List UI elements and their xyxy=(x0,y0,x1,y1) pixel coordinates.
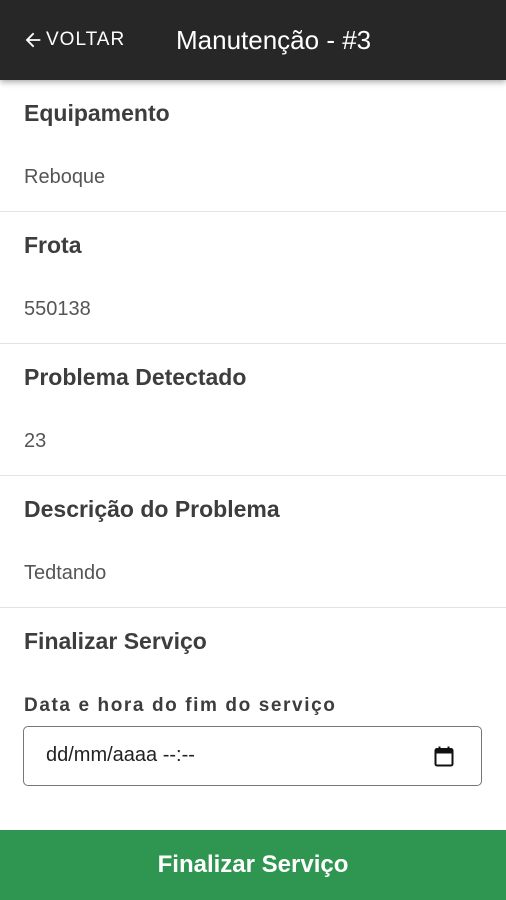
back-label: VOLTAR xyxy=(46,29,126,50)
end-datetime-input[interactable]: dd/mm/aaaa --:-- xyxy=(23,726,482,786)
field-value: Reboque xyxy=(24,166,106,188)
app-header: VOLTAR Manutenção - #3 xyxy=(0,0,506,80)
field-equipamento: Equipamento Reboque xyxy=(0,80,506,212)
field-label: Equipamento xyxy=(24,100,170,126)
finalize-service-section: Finalizar Serviço Data e hora do fim do … xyxy=(0,608,506,833)
field-value: 550138 xyxy=(24,298,91,320)
finalize-button-label: Finalizar Serviço xyxy=(157,851,349,878)
finalize-service-button[interactable]: Finalizar Serviço xyxy=(0,830,506,900)
field-value: 23 xyxy=(24,430,47,452)
field-label: Frota xyxy=(24,232,82,258)
calendar-icon[interactable] xyxy=(434,746,454,767)
field-label: Descrição do Problema xyxy=(24,496,280,522)
datetime-label: Data e hora do fim do serviço xyxy=(24,695,337,716)
field-value: Tedtando xyxy=(24,562,107,584)
page-title: Manutenção - #3 xyxy=(176,25,372,55)
datetime-placeholder: dd/mm/aaaa --:-- xyxy=(46,744,195,766)
arrow-left-icon xyxy=(25,32,41,48)
field-descricao-problema: Descrição do Problema Tedtando xyxy=(0,476,506,608)
maintenance-details: Equipamento Reboque Frota 550138 Problem… xyxy=(0,80,506,833)
field-label: Problema Detectado xyxy=(24,364,247,390)
field-frota: Frota 550138 xyxy=(0,212,506,344)
finalize-heading: Finalizar Serviço xyxy=(24,628,207,654)
field-problema-detectado: Problema Detectado 23 xyxy=(0,344,506,476)
back-button[interactable]: VOLTAR xyxy=(22,26,125,54)
